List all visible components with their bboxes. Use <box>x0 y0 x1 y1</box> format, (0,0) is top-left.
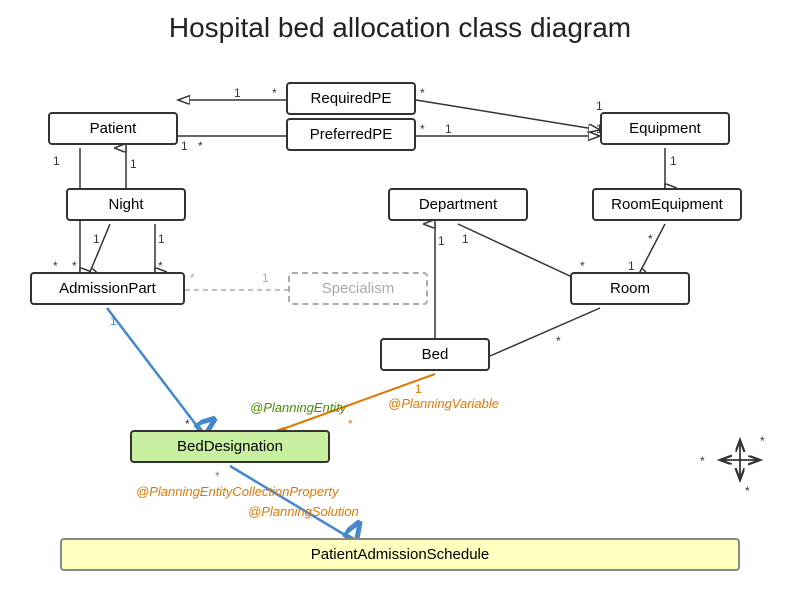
svg-text:*: * <box>190 271 195 285</box>
required-pe-box: RequiredPE <box>286 82 416 115</box>
svg-text:*: * <box>272 86 277 100</box>
svg-text:1: 1 <box>262 271 269 285</box>
svg-text:*: * <box>185 417 190 431</box>
svg-text:1: 1 <box>158 232 165 246</box>
svg-text:1: 1 <box>462 232 469 246</box>
svg-text:*: * <box>348 417 353 431</box>
svg-text:*: * <box>556 334 561 348</box>
svg-text:1: 1 <box>181 139 188 153</box>
equipment-box: Equipment <box>600 112 730 145</box>
admission-part-box: AdmissionPart <box>30 272 185 305</box>
svg-text:1: 1 <box>415 382 422 396</box>
svg-text:*: * <box>760 434 765 448</box>
svg-text:1: 1 <box>445 122 452 136</box>
night-box: Night <box>66 188 186 221</box>
patient-box: Patient <box>48 112 178 145</box>
svg-text:*: * <box>580 259 585 273</box>
bed-box: Bed <box>380 338 490 371</box>
svg-text:*: * <box>420 122 425 136</box>
planning-entity-annotation: @PlanningEntity <box>250 400 346 415</box>
diagram: Hospital bed allocation class diagram <box>0 0 800 600</box>
department-box: Department <box>388 188 528 221</box>
svg-text:1: 1 <box>130 157 137 171</box>
svg-text:1: 1 <box>93 232 100 246</box>
svg-text:*: * <box>420 86 425 100</box>
patient-admission-schedule-box: PatientAdmissionSchedule <box>60 538 740 571</box>
room-box: Room <box>570 272 690 305</box>
svg-text:*: * <box>72 259 77 273</box>
svg-text:*: * <box>215 469 220 483</box>
diagram-title: Hospital bed allocation class diagram <box>0 0 800 44</box>
svg-text:*: * <box>158 259 163 273</box>
svg-text:*: * <box>648 232 653 246</box>
svg-text:1: 1 <box>628 259 635 273</box>
planning-entity-collection-annotation: @PlanningEntityCollectionProperty <box>136 484 339 499</box>
svg-text:*: * <box>700 454 705 468</box>
svg-text:*: * <box>53 259 58 273</box>
svg-text:1: 1 <box>670 154 677 168</box>
svg-text:1: 1 <box>438 234 445 248</box>
planning-variable-annotation: @PlanningVariable <box>388 396 499 411</box>
svg-text:1: 1 <box>596 99 603 113</box>
svg-text:*: * <box>198 139 203 153</box>
svg-text:*: * <box>745 484 750 498</box>
preferred-pe-box: PreferredPE <box>286 118 416 151</box>
bed-designation-box: BedDesignation <box>130 430 330 463</box>
svg-text:1: 1 <box>53 154 60 168</box>
specialism-box: Specialism <box>288 272 428 305</box>
room-equipment-box: RoomEquipment <box>592 188 742 221</box>
svg-text:1: 1 <box>234 86 241 100</box>
planning-solution-annotation: @PlanningSolution <box>248 504 359 519</box>
svg-text:1: 1 <box>110 314 117 328</box>
